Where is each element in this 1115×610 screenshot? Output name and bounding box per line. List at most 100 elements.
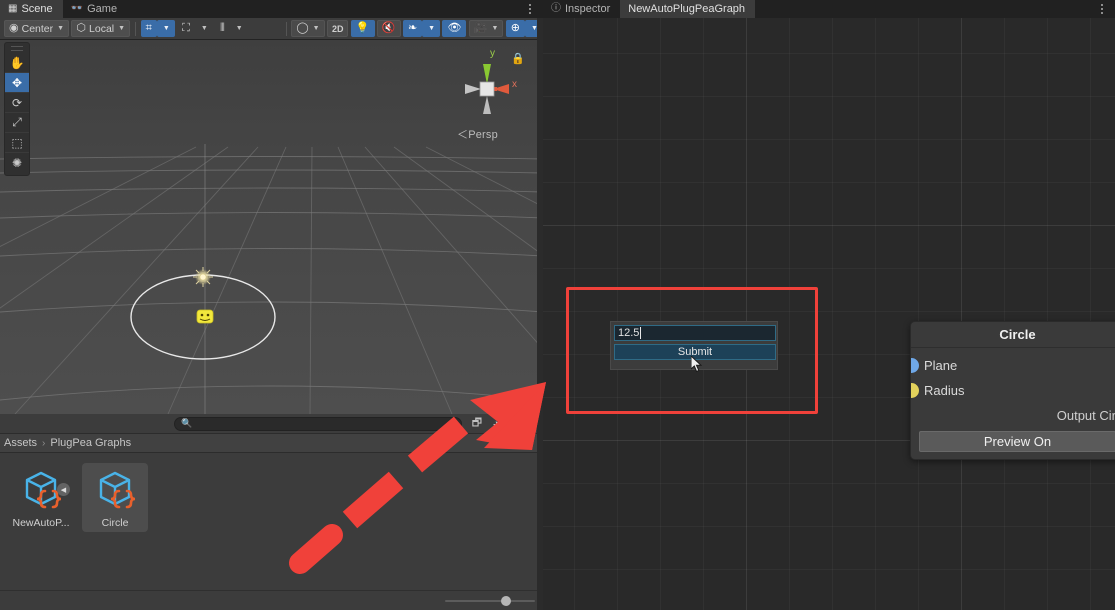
gamepad-icon: 👓: [70, 3, 84, 14]
project-panel: 🔍 🗗 ◕ 🏷 16 Assets › PlugPea Graphs ◀ New…: [0, 414, 543, 610]
tab-graph-label: NewAutoPlugPeaGraph: [628, 3, 746, 15]
chevron-down-icon: ▼: [491, 25, 499, 32]
snap-increment-dropdown[interactable]: ▼: [195, 20, 213, 37]
chevron-down-icon: ▼: [312, 25, 320, 32]
save-search-icon[interactable]: 🗗: [469, 416, 485, 431]
hand-icon: ✋: [9, 55, 25, 70]
project-toolbar: 🔍 🗗 ◕ 🏷 16: [0, 414, 543, 434]
camera-icon: 🎥: [473, 22, 488, 34]
grid-snap-toggle[interactable]: ⌗: [140, 20, 157, 37]
lightbulb-icon: 💡: [355, 22, 370, 34]
transform-tool-button[interactable]: ✺: [5, 153, 29, 173]
effects-icon: ❧: [407, 22, 418, 34]
palette-grip[interactable]: [11, 46, 23, 51]
asset-thumbnail: ◀: [18, 467, 70, 513]
preview-toggle-button[interactable]: Preview On: [919, 431, 1115, 452]
draw-mode-dropdown[interactable]: ◯ ▼: [291, 20, 325, 37]
port-dot-plane-icon[interactable]: [911, 358, 919, 373]
grid-snap-dropdown[interactable]: ▼: [156, 20, 175, 37]
move-tool-button[interactable]: ✥: [5, 73, 29, 93]
node-output-row[interactable]: Output Cir: [911, 403, 1115, 427]
search-icon: 🔍: [181, 418, 193, 428]
script-cube-icon: [99, 471, 136, 509]
scene-visibility-toggle[interactable]: ⊕: [505, 20, 525, 37]
node-input-plane[interactable]: Plane: [911, 353, 1115, 378]
scene-project-pane: ▦ Scene 👓 Game ◉ Center ▼ ⬡ Local ▼ ⌗ ▼ …: [0, 0, 543, 610]
radius-input-field[interactable]: 12.5: [614, 325, 776, 341]
scene-camera-dropdown[interactable]: 🎥 ▼: [468, 20, 504, 37]
label-filter-icon[interactable]: 🏷: [507, 416, 523, 431]
project-footer: [0, 590, 543, 610]
asset-expand-icon[interactable]: ◀: [57, 483, 70, 496]
chevron-down-icon: ▼: [235, 25, 243, 32]
preview-toggle-label: Preview On: [983, 434, 1052, 449]
pivot-mode-dropdown[interactable]: ◉ Center ▼: [4, 20, 70, 37]
unity-editor-window: ▦ Scene 👓 Game ◉ Center ▼ ⬡ Local ▼ ⌗ ▼ …: [0, 0, 1115, 610]
handle-space-dropdown[interactable]: ⬡ Local ▼: [71, 20, 131, 37]
local-space-icon: ⬡: [76, 22, 87, 34]
tab-newautoplugpeagraph[interactable]: NewAutoPlugPeaGraph: [620, 0, 756, 18]
scene-orientation-gizmo[interactable]: y x 🔒 ＜Persp: [447, 46, 527, 142]
scene-lighting-toggle[interactable]: 💡: [350, 20, 375, 37]
node-input-radius[interactable]: Radius: [911, 378, 1115, 403]
asset-label: Circle: [101, 517, 129, 529]
toolbar-divider: [285, 21, 287, 36]
scale-tool-button[interactable]: ⤢: [5, 113, 29, 133]
mouse-cursor-icon: [691, 356, 703, 373]
projection-mode-label[interactable]: ＜Persp: [457, 126, 498, 142]
two-d-toggle[interactable]: 2D: [326, 20, 349, 37]
graph-tabstrip: ⓘ Inspector NewAutoPlugPeaGraph: [543, 0, 1115, 18]
pivot-mode-label: Center: [21, 22, 54, 35]
port-dot-radius-icon[interactable]: [911, 383, 919, 398]
slider-track: [445, 599, 535, 602]
rotate-tool-button[interactable]: ⟳: [5, 93, 29, 113]
breadcrumb: Assets › PlugPea Graphs: [0, 434, 543, 453]
tab-inspector[interactable]: ⓘ Inspector: [543, 0, 620, 18]
scene-fx-dropdown[interactable]: ▼: [422, 20, 441, 37]
handle-space-label: Local: [89, 22, 115, 35]
tab-game[interactable]: 👓 Game: [63, 0, 127, 18]
breadcrumb-current[interactable]: PlugPea Graphs: [50, 437, 131, 449]
slider-knob[interactable]: [501, 595, 511, 606]
grid-visibility-toggle[interactable]: ⫴: [215, 20, 230, 37]
scene-fx-toggle[interactable]: ❧: [402, 20, 423, 37]
thumbnail-size-slider[interactable]: [445, 595, 535, 607]
graph-canvas[interactable]: 12.5 Submit Circle Plane Radius Output C…: [543, 18, 1115, 610]
graph-node-circle[interactable]: Circle Plane Radius Output Cir Preview O: [910, 321, 1115, 460]
breadcrumb-root[interactable]: Assets: [4, 437, 37, 449]
radius-input-value: 12.5: [618, 327, 640, 339]
tab-game-label: Game: [87, 3, 118, 15]
scale-icon: ⤢: [12, 115, 22, 129]
move-icon: ✥: [11, 75, 23, 90]
scene-options-kebab-button[interactable]: [523, 0, 537, 18]
asset-item-circle[interactable]: Circle: [82, 463, 148, 532]
snap-increment-toggle[interactable]: ⛶: [177, 20, 195, 37]
graph-options-kebab-button[interactable]: [1095, 0, 1109, 18]
port-label-radius: Radius: [924, 383, 965, 398]
pivot-icon: ◉: [9, 22, 19, 34]
eye-off-icon: 👁: [447, 22, 462, 34]
lock-icon[interactable]: 🔒: [511, 52, 525, 65]
type-filter-icon[interactable]: ◕: [488, 416, 504, 431]
asset-thumbnail: [92, 467, 138, 513]
grid-icon: ▦: [8, 3, 18, 14]
gizmo-axis-x-label: x: [512, 79, 517, 90]
scene-viewport[interactable]: ✋ ✥ ⟳ ⤢ ⬚ ✺ y x 🔒 ＜Persp: [0, 40, 543, 414]
scene-audio-toggle[interactable]: 🔇: [376, 20, 401, 37]
asset-item-newautoplugpeagraph[interactable]: ◀ NewAutoP...: [8, 463, 74, 532]
rotate-icon: ⟳: [11, 95, 23, 110]
breadcrumb-separator: ›: [42, 437, 46, 449]
asset-label: NewAutoP...: [12, 517, 70, 529]
grid-visibility-dropdown[interactable]: ▼: [230, 20, 248, 37]
hidden-objects-toggle[interactable]: 👁: [442, 20, 467, 37]
globe-icon: ⊕: [510, 22, 520, 34]
tab-scene-label: Scene: [21, 3, 53, 15]
chevron-down-icon: ▼: [428, 25, 436, 32]
project-search-input[interactable]: 🔍: [174, 416, 462, 431]
gizmo-axis-y-label: y: [490, 48, 495, 59]
shaded-sphere-icon: ◯: [296, 22, 309, 34]
tab-scene[interactable]: ▦ Scene: [0, 0, 63, 18]
audio-mute-icon: 🔇: [381, 22, 396, 34]
rect-tool-button[interactable]: ⬚: [5, 133, 29, 153]
hand-tool-button[interactable]: ✋: [5, 53, 29, 73]
